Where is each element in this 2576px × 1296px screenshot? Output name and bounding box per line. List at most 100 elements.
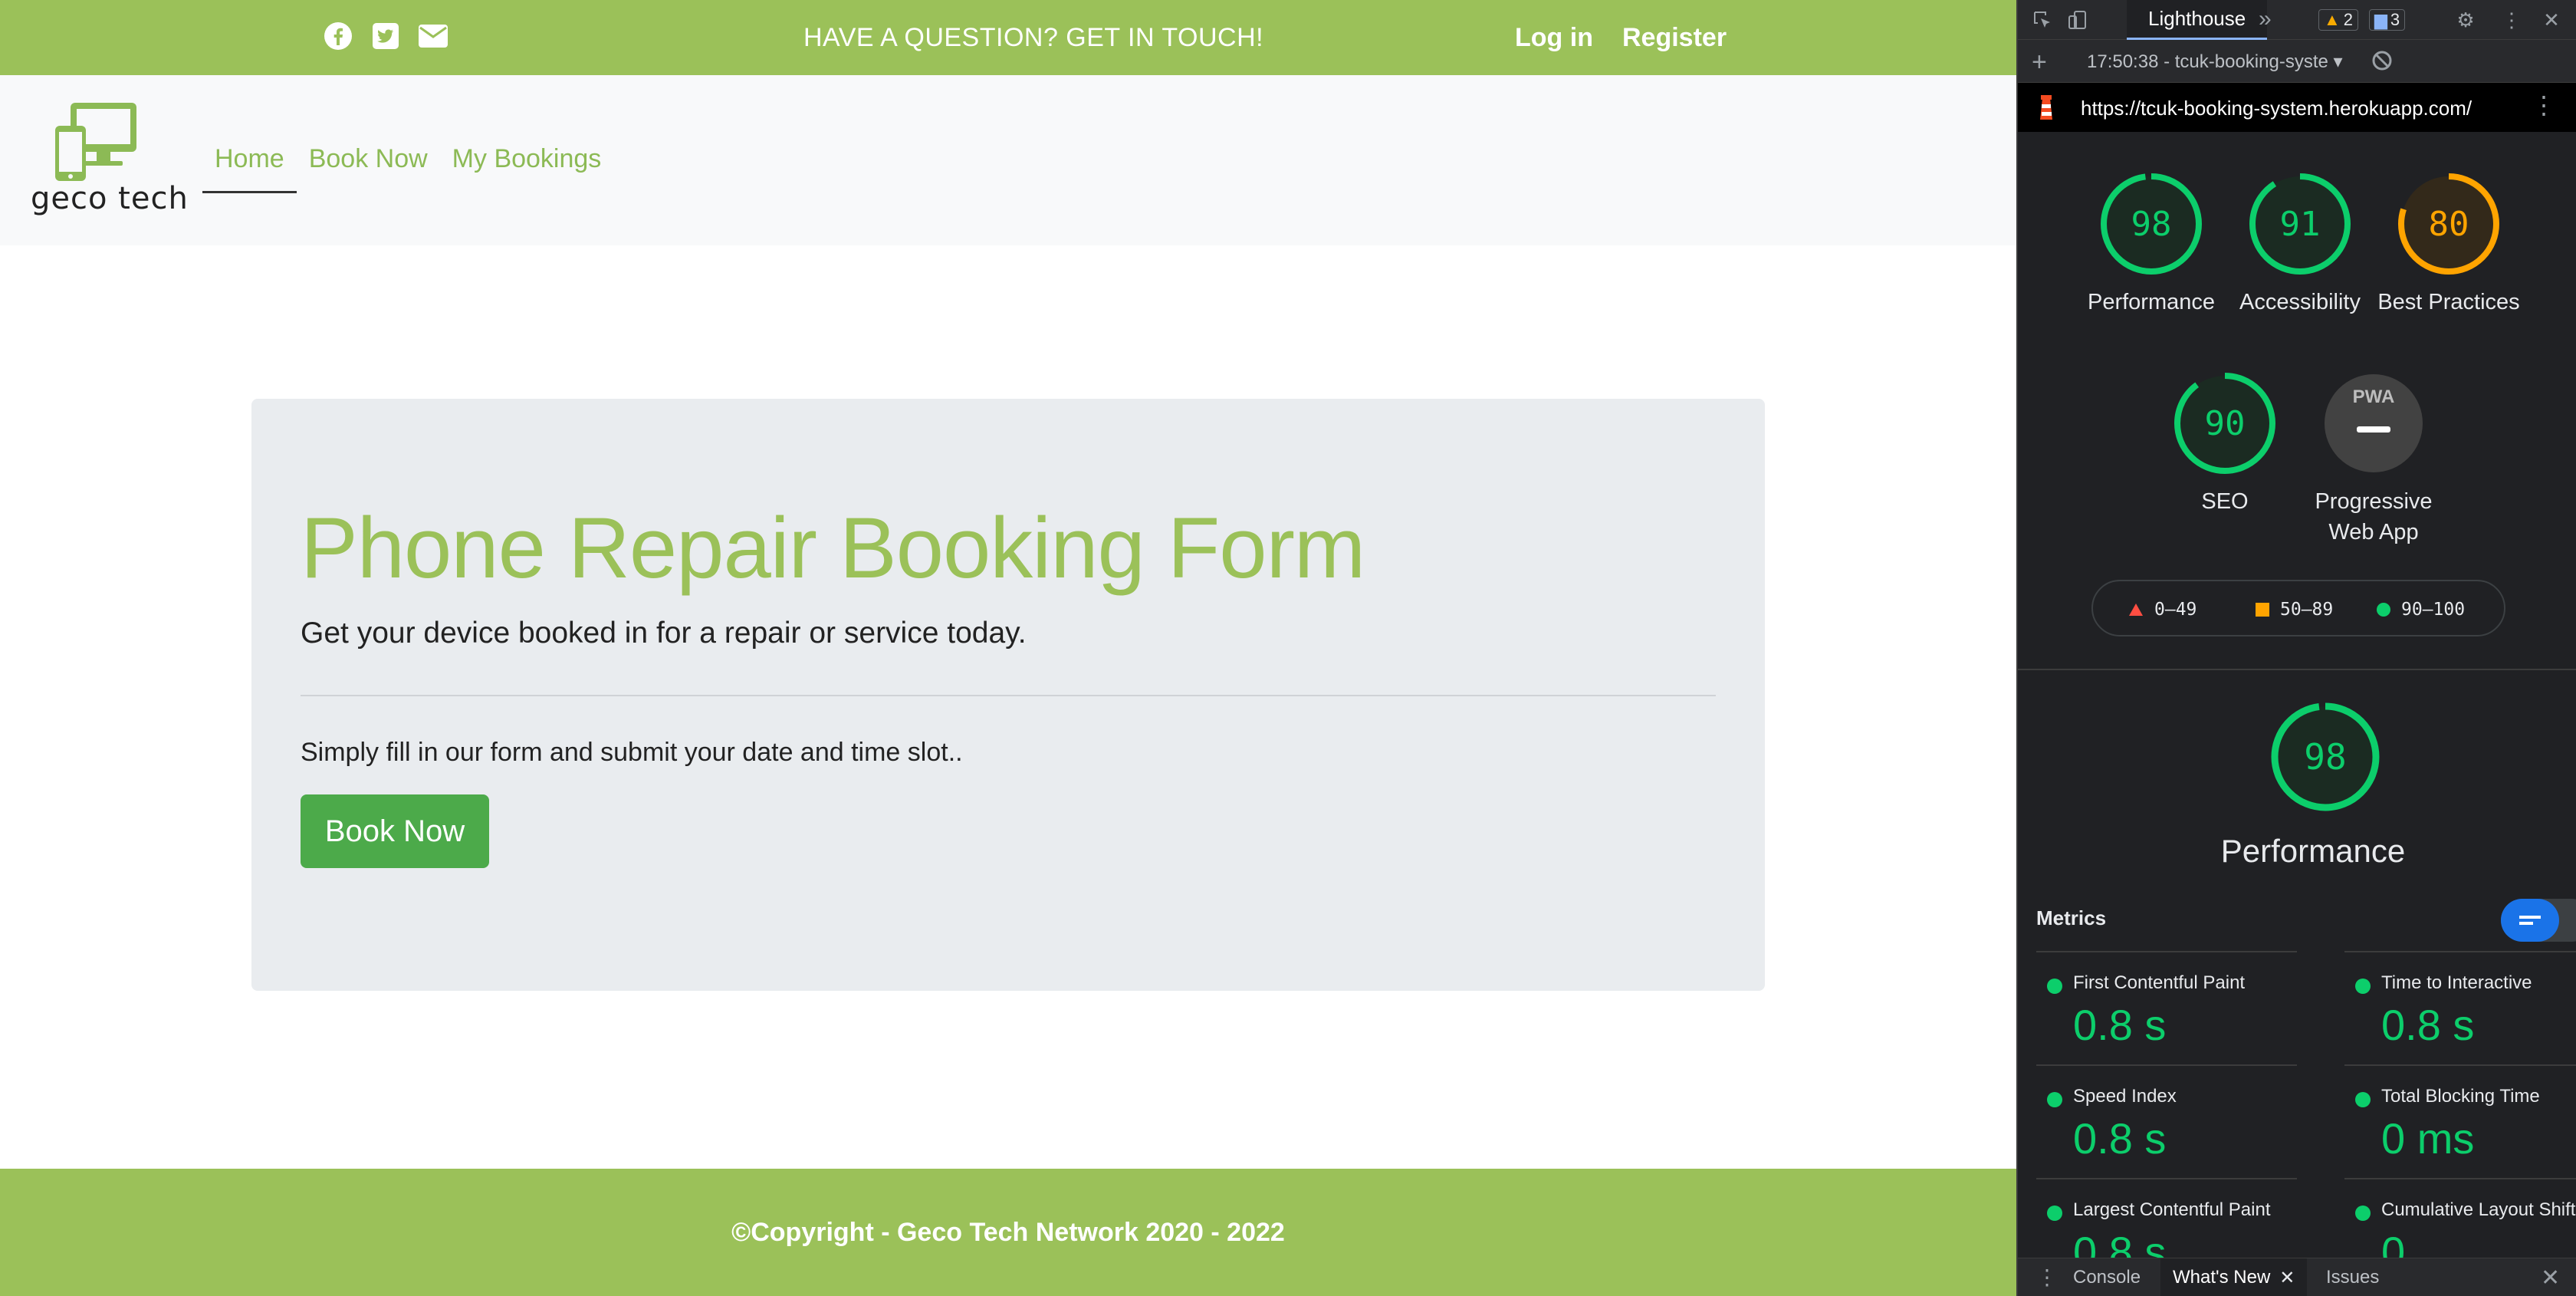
drawer-tab-issues[interactable]: Issues <box>2314 1258 2391 1296</box>
nav-home[interactable]: Home <box>202 144 297 193</box>
warning-icon: ▲ <box>2324 10 2341 29</box>
performance-heading: Performance <box>2220 833 2406 869</box>
gauge-performance-large: 98 <box>2269 701 2381 813</box>
metric-divider <box>2344 1178 2576 1179</box>
twitter-icon[interactable] <box>370 20 402 52</box>
top-bar: HAVE A QUESTION? GET IN TOUCH! Log in Re… <box>0 0 2016 75</box>
legend-pass-label: 90–100 <box>2401 600 2466 620</box>
pass-dot-icon <box>2047 1206 2062 1221</box>
performance-large-score: 98 <box>2304 736 2347 778</box>
legend-pass: 90–100 <box>2377 600 2465 620</box>
green-circle-icon <box>2377 603 2390 617</box>
warnings-count: 2 <box>2343 10 2354 29</box>
score-performance: 98 <box>2131 204 2172 244</box>
clear-reports-icon[interactable] <box>2371 49 2394 72</box>
devices-icon <box>55 103 136 181</box>
legend-average-label: 50–89 <box>2280 600 2334 620</box>
metric-name: First Contentful Paint <box>2073 972 2246 993</box>
report-menu-icon[interactable]: ⋮ <box>2532 90 2556 120</box>
metric-name: Speed Index <box>2073 1086 2177 1107</box>
website-viewport: HAVE A QUESTION? GET IN TOUCH! Log in Re… <box>0 0 2016 1296</box>
footer: ©Copyright - Geco Tech Network 2020 - 20… <box>0 1169 2016 1296</box>
metric-divider <box>2036 1178 2297 1179</box>
legend-fail-label: 0–49 <box>2154 600 2197 620</box>
metric-value: 0.8 s <box>2073 1114 2167 1163</box>
contact-cta[interactable]: HAVE A QUESTION? GET IN TOUCH! <box>803 23 1263 53</box>
booking-jumbotron: Phone Repair Booking Form Get your devic… <box>251 399 1765 991</box>
envelope-icon[interactable] <box>417 20 449 52</box>
nav-book-now[interactable]: Book Now <box>297 144 440 193</box>
close-drawer-icon[interactable]: ✕ <box>2541 1265 2560 1291</box>
metric-name: Largest Contentful Paint <box>2073 1199 2271 1220</box>
warnings-badge[interactable]: ▲ 2 <box>2318 9 2359 31</box>
metric-name: Time to Interactive <box>2381 972 2532 993</box>
divider <box>301 695 1716 696</box>
gauge-seo[interactable]: 90 <box>2171 370 2279 477</box>
message-icon: ▆ <box>2374 10 2387 29</box>
report-url: https://tcuk-booking-system.herokuapp.co… <box>2081 97 2472 120</box>
customize-menu-icon[interactable]: ⋮ <box>2499 8 2524 32</box>
pass-dot-icon <box>2355 1092 2371 1107</box>
score-legend: 0–49 50–89 90–100 <box>2091 580 2505 636</box>
drawer-tab-whats-new[interactable]: What's New ✕ <box>2160 1258 2308 1296</box>
metric-value: 0 ms <box>2381 1114 2475 1163</box>
devtools-tab-bar: Lighthouse » ▲ 2 ▆ 3 ⚙ ⋮ ✕ <box>2018 0 2576 40</box>
lead-text: Get your device booked in for a repair o… <box>301 617 1027 650</box>
drawer-menu-icon[interactable]: ⋮ <box>2036 1265 2058 1290</box>
pwa-badge-text: PWA <box>2352 386 2395 407</box>
tab-lighthouse[interactable]: Lighthouse <box>2127 0 2268 40</box>
metrics-heading: Metrics <box>2036 906 2107 929</box>
messages-badge[interactable]: ▆ 3 <box>2369 9 2406 31</box>
gauge-pwa[interactable]: PWA <box>2320 370 2427 477</box>
device-toolbar-icon[interactable] <box>2065 8 2090 32</box>
report-label: 17:50:38 - tcuk-booking-syste <box>2087 51 2328 72</box>
score-seo: 90 <box>2204 403 2246 443</box>
copyright-text: ©Copyright - Geco Tech Network 2020 - 20… <box>731 1218 1285 1247</box>
legend-fail: 0–49 <box>2128 600 2196 620</box>
label-performance: Performance <box>2087 290 2215 314</box>
pass-dot-icon <box>2355 979 2371 994</box>
label-seo: SEO <box>2201 489 2249 514</box>
brand-name[interactable]: geco tech <box>31 181 189 216</box>
lighthouse-toolbar: + 17:50:38 - tcuk-booking-syste ▾ <box>2018 40 2576 83</box>
pass-dot-icon <box>2047 979 2062 994</box>
list-view-icon <box>2519 916 2541 925</box>
metric-divider <box>2036 951 2297 952</box>
login-link[interactable]: Log in <box>1515 23 1593 53</box>
inspect-element-icon[interactable] <box>2030 8 2055 32</box>
register-link[interactable]: Register <box>1622 23 1727 53</box>
score-accessibility: 91 <box>2279 204 2321 244</box>
metrics-view-toggle[interactable] <box>2501 899 2576 942</box>
instruction-text: Simply fill in our form and submit your … <box>301 738 963 767</box>
metric-divider <box>2344 951 2576 952</box>
drawer-tab-console[interactable]: Console <box>2061 1258 2153 1296</box>
label-best-practices: Best Practices <box>2377 290 2520 314</box>
gauge-performance[interactable]: 98 <box>2098 170 2205 278</box>
metric-divider <box>2036 1064 2297 1066</box>
score-best-practices: 80 <box>2428 204 2469 244</box>
pass-dot-icon <box>2355 1206 2371 1221</box>
navbar: geco tech Home Book Now My Bookings <box>0 75 2016 245</box>
gauge-best-practices[interactable]: 80 <box>2395 170 2502 278</box>
book-now-button[interactable]: Book Now <box>301 794 489 868</box>
facebook-icon[interactable] <box>322 20 354 52</box>
devtools-panel: Lighthouse » ▲ 2 ▆ 3 ⚙ ⋮ ✕ + 17:50:38 - … <box>2016 0 2576 1296</box>
close-devtools-icon[interactable]: ✕ <box>2539 8 2564 32</box>
page-title: Phone Repair Booking Form <box>301 500 1365 596</box>
close-tab-icon[interactable]: ✕ <box>2279 1267 2295 1289</box>
label-accessibility: Accessibility <box>2239 290 2361 314</box>
social-links <box>322 20 449 52</box>
settings-gear-icon[interactable]: ⚙ <box>2453 8 2478 32</box>
report-url-bar: https://tcuk-booking-system.herokuapp.co… <box>2018 83 2576 132</box>
new-report-icon[interactable]: + <box>2032 48 2047 77</box>
lighthouse-icon <box>2035 94 2058 121</box>
toggle-list-view[interactable] <box>2501 899 2559 942</box>
red-triangle-icon <box>2129 604 2143 616</box>
metric-name: Cumulative Layout Shift <box>2381 1199 2576 1220</box>
gauge-accessibility[interactable]: 91 <box>2246 170 2354 278</box>
report-selector[interactable]: 17:50:38 - tcuk-booking-syste ▾ <box>2087 51 2343 73</box>
more-tabs-icon[interactable]: » <box>2259 6 2272 32</box>
metric-divider <box>2344 1064 2576 1066</box>
legend-average: 50–89 <box>2256 600 2333 620</box>
nav-my-bookings[interactable]: My Bookings <box>440 144 614 193</box>
